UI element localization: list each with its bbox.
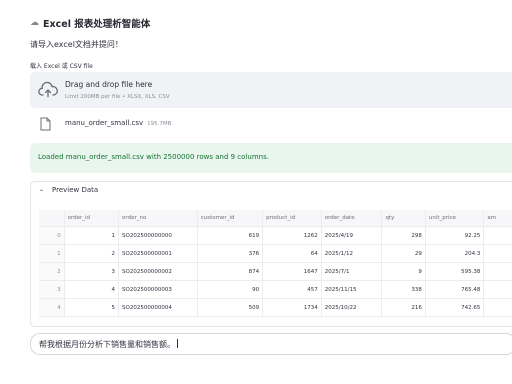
column-header[interactable]: order_date [321,210,383,227]
table-cell: 92.25 [425,226,485,245]
row-index: 3 [39,280,65,299]
table-cell: 64 [262,244,322,263]
file-icon [40,117,51,131]
table-cell: 9 [381,262,426,281]
success-alert: Loaded manu_order_small.csv with 2500000… [30,143,512,173]
preview-table-container[interactable]: order_id order_no customer_id product_id… [39,210,512,322]
table-cell [483,244,512,263]
file-name: manu_order_small.csv 195.7MB [65,119,171,127]
table-row: 2 3 SO202500000002 874 1647 2025/7/1 9 5… [39,262,512,281]
table-cell: SO202500000003 [118,280,198,299]
file-dropzone[interactable]: Drag and drop file here Limit 200MB per … [30,72,512,108]
table-cell: 742.65 [425,298,485,317]
app-title: ☁ Excel 报表处理析智能体 [30,16,150,30]
instruction-text: 请导入excel文档并提问！ [30,40,123,49]
column-header[interactable] [39,210,65,227]
file-size: 195.7MB [147,121,172,127]
dropzone-limit: Limit 200MB per file • XLSX, XLS, CSV [65,94,170,100]
table-cell: SO202500000001 [118,244,198,263]
preview-table: order_id order_no customer_id product_id… [39,210,512,317]
column-header[interactable]: product_id [262,210,322,227]
table-cell: 2025/10/22 [321,298,383,317]
chevron-down-icon: ⌄ [39,186,45,193]
table-cell [483,226,512,245]
table-cell: 1262 [262,226,322,245]
chat-input-value: 帮我根据月份分析下销售量和销售额。 [39,340,175,349]
sparkle-icon: ☁ [30,18,39,28]
file-name-text: manu_order_small.csv [65,119,144,127]
table-cell: 2025/11/15 [321,280,383,299]
success-message: Loaded manu_order_small.csv with 2500000… [38,153,269,161]
app-title-text: Excel 报表处理析智能体 [43,19,151,30]
column-header[interactable]: qty [381,210,426,227]
column-header[interactable]: order_no [118,210,198,227]
table-cell: 216 [381,298,426,317]
table-cell: 2025/7/1 [321,262,383,281]
table-cell: 204.3 [425,244,485,263]
table-cell: 3 [64,262,120,281]
table-cell: 2 [64,244,120,263]
chat-input-text: 帮我根据月份分析下销售量和销售额。 [39,339,178,350]
table-cell: 2025/1/12 [321,244,383,263]
table-cell: 29 [381,244,426,263]
table-cell: 2025/4/19 [321,226,383,245]
table-cell: 874 [197,262,264,281]
table-cell: 509 [197,298,264,317]
table-cell [483,262,512,281]
table-cell: 457 [262,280,322,299]
column-header[interactable]: unit_price [425,210,485,227]
table-cell: 90 [197,280,264,299]
table-cell [483,280,512,299]
table-cell: SO202500000002 [118,262,198,281]
preview-expander: ⌄ Preview Data order_id order_no custome… [30,181,512,327]
table-cell: 4 [64,280,120,299]
table-row: 0 1 SO202500000000 619 1262 2025/4/19 29… [39,226,512,245]
row-index: 2 [39,262,65,281]
table-cell: SO202500000004 [118,298,198,317]
table-cell: 619 [197,226,264,245]
row-index: 4 [39,298,65,317]
table-cell: 595.38 [425,262,485,281]
column-header[interactable]: am [483,210,512,227]
table-cell: 298 [381,226,426,245]
table-header-row: order_id order_no customer_id product_id… [39,210,512,227]
table-row: 3 4 SO202500000003 90 457 2025/11/15 338… [39,280,512,299]
preview-expander-header[interactable]: ⌄ Preview Data [31,182,512,200]
cloud-upload-icon [38,81,58,98]
table-row: 1 2 SO202500000001 376 64 2025/1/12 29 2… [39,244,512,263]
uploaded-file: manu_order_small.csv 195.7MB [30,115,500,135]
uploader-label: 载入 Excel 或 CSV file [30,63,93,70]
row-index: 1 [39,244,65,263]
table-cell: 1647 [262,262,322,281]
preview-title: Preview Data [52,186,99,194]
table-row: 4 5 SO202500000004 509 1734 2025/10/22 2… [39,298,512,317]
table-cell [483,298,512,317]
row-index: 0 [39,226,65,245]
chat-input[interactable]: 帮我根据月份分析下销售量和销售额。 [30,333,512,355]
text-caret [177,339,178,348]
column-header[interactable]: customer_id [197,210,264,227]
table-cell: SO202500000000 [118,226,198,245]
column-header[interactable]: order_id [64,210,120,227]
table-cell: 338 [381,280,426,299]
dropzone-title: Drag and drop file here [65,80,153,89]
table-cell: 5 [64,298,120,317]
table-cell: 1 [64,226,120,245]
table-cell: 765.48 [425,280,485,299]
table-cell: 1734 [262,298,322,317]
table-cell: 376 [197,244,264,263]
